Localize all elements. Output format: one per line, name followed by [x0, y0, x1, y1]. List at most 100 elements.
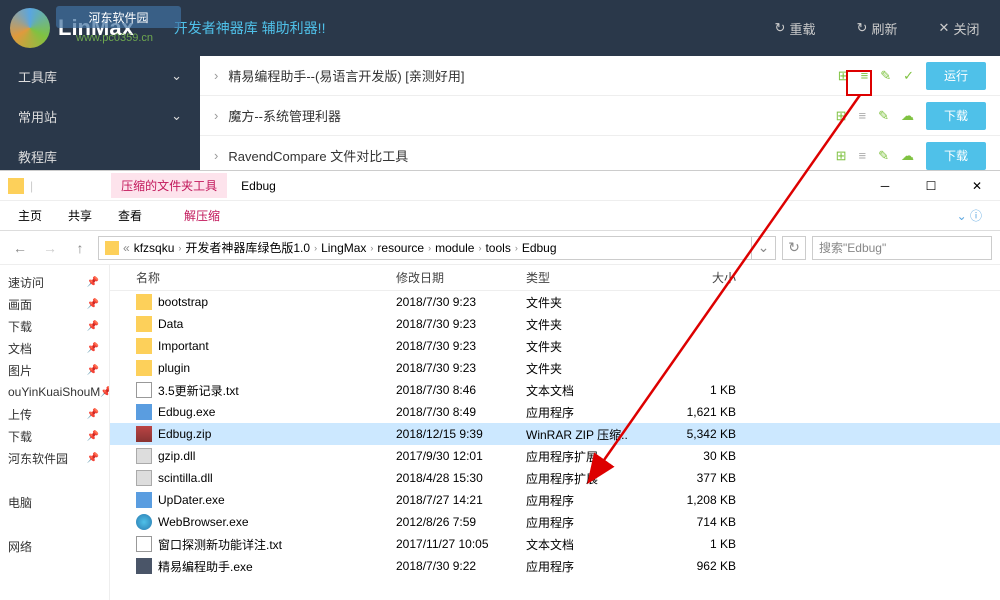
explorer-ribbon: 主页 共享 查看 解压缩 ⌄ ⓘ [0, 201, 1000, 231]
file-name: WebBrowser.exe [158, 515, 396, 529]
sidebar-item-sites[interactable]: 常用站⌄ [0, 96, 200, 136]
file-row[interactable]: scintilla.dll 2018/4/28 15:30 应用程序扩展 377… [110, 467, 1000, 489]
maximize-button[interactable]: ☐ [908, 171, 954, 201]
ribbon-expand-icon[interactable]: ⌄ ⓘ [957, 207, 982, 224]
f-icon [136, 558, 152, 574]
pin-icon: 📌 [87, 277, 99, 288]
file-type: 应用程序 [526, 514, 656, 531]
edit-icon[interactable]: ✎ [878, 148, 889, 164]
stack-icon[interactable]: ≡ [859, 108, 867, 123]
search-input[interactable]: 搜索"Edbug" [812, 236, 992, 260]
refresh-button[interactable]: ↻刷新 [836, 0, 918, 56]
close-window-button[interactable]: ✕ [954, 171, 1000, 201]
check-icon[interactable]: ☁ [901, 108, 914, 124]
close-icon: ✕ [939, 20, 950, 36]
grid-icon[interactable]: ⊞ [836, 148, 847, 164]
file-name: UpDater.exe [158, 493, 396, 507]
file-name: gzip.dll [158, 449, 396, 463]
ribbon-view[interactable]: 查看 [118, 207, 142, 224]
nav-item[interactable]: 下载📌 [0, 425, 109, 447]
close-button[interactable]: ✕关闭 [918, 0, 1000, 56]
file-row[interactable]: plugin 2018/7/30 9:23 文件夹 [110, 357, 1000, 379]
file-row[interactable]: Important 2018/7/30 9:23 文件夹 [110, 335, 1000, 357]
col-name[interactable]: 名称 [136, 269, 396, 286]
file-row[interactable]: Data 2018/7/30 9:23 文件夹 [110, 313, 1000, 335]
qat-sep: | [30, 179, 33, 193]
compressed-tools-tab[interactable]: 压缩的文件夹工具 [111, 173, 227, 198]
folder-icon [105, 241, 119, 255]
breadcrumb-item[interactable]: resource [377, 241, 424, 255]
grid-icon[interactable]: ⊞ [836, 108, 847, 124]
breadcrumb-item[interactable]: Edbug [522, 241, 557, 255]
pin-icon: 📌 [87, 321, 99, 332]
action-button[interactable]: 运行 [926, 62, 986, 90]
ie-icon [136, 514, 152, 530]
col-date[interactable]: 修改日期 [396, 269, 526, 286]
nav-item[interactable]: ouYinKuaiShouM📌 [0, 381, 109, 403]
nav-item[interactable]: 上传📌 [0, 403, 109, 425]
grid-icon[interactable]: ⊞ [838, 68, 849, 84]
tool-row[interactable]: › 精易编程助手--(易语言开发版) [亲测好用] ⊞ ≡ ✎ ✓ 运行 [200, 56, 1000, 96]
col-size[interactable]: 大小 [656, 269, 756, 286]
file-row[interactable]: bootstrap 2018/7/30 9:23 文件夹 [110, 291, 1000, 313]
edit-icon[interactable]: ✎ [880, 68, 891, 84]
breadcrumb-item[interactable]: module [435, 241, 474, 255]
path-dropdown-icon[interactable]: ⌄ [752, 236, 776, 260]
col-type[interactable]: 类型 [526, 269, 656, 286]
file-name: plugin [158, 361, 396, 375]
file-row[interactable]: Edbug.exe 2018/7/30 8:49 应用程序 1,621 KB [110, 401, 1000, 423]
file-row[interactable]: 窗口探测新功能详注.txt 2017/11/27 10:05 文本文档 1 KB [110, 533, 1000, 555]
reload-button[interactable]: ↻重载 [754, 0, 836, 56]
check-icon[interactable]: ✓ [903, 68, 914, 84]
breadcrumb-path[interactable]: « kfzsqku›开发者神器库绿色版1.0›LingMax›resource›… [98, 236, 752, 260]
action-button[interactable]: 下载 [926, 102, 986, 130]
watermark: 河东软件园 [56, 6, 181, 28]
file-row[interactable]: 3.5更新记录.txt 2018/7/30 8:46 文本文档 1 KB [110, 379, 1000, 401]
action-button[interactable]: 下载 [926, 142, 986, 170]
chevron-right-icon: › [214, 108, 218, 123]
nav-item[interactable] [0, 469, 109, 491]
file-row[interactable]: 精易编程助手.exe 2018/7/30 9:22 应用程序 962 KB [110, 555, 1000, 577]
zip-icon [136, 426, 152, 442]
nav-item[interactable] [0, 513, 109, 535]
sidebar-item-tools[interactable]: 工具库⌄ [0, 56, 200, 96]
file-date: 2018/7/30 9:23 [396, 317, 526, 331]
edit-icon[interactable]: ✎ [878, 108, 889, 124]
file-row[interactable]: gzip.dll 2017/9/30 12:01 应用程序扩展 30 KB [110, 445, 1000, 467]
ribbon-extract[interactable]: 解压缩 [184, 207, 220, 224]
pin-icon: 📌 [87, 365, 99, 376]
back-button[interactable]: ← [8, 236, 32, 260]
nav-item[interactable]: 下载📌 [0, 315, 109, 337]
stack-icon[interactable]: ≡ [859, 148, 867, 163]
breadcrumb-item[interactable]: kfzsqku [134, 241, 175, 255]
file-row[interactable]: UpDater.exe 2018/7/27 14:21 应用程序 1,208 K… [110, 489, 1000, 511]
up-button[interactable]: ↑ [68, 236, 92, 260]
path-sep: « [123, 241, 130, 255]
file-row[interactable]: WebBrowser.exe 2012/8/26 7:59 应用程序 714 K… [110, 511, 1000, 533]
nav-item[interactable]: 电脑 [0, 491, 109, 513]
tool-title: RavendCompare 文件对比工具 [228, 146, 835, 165]
file-type: 应用程序扩展 [526, 448, 656, 465]
stack-icon[interactable]: ≡ [861, 68, 869, 83]
file-date: 2017/9/30 12:01 [396, 449, 526, 463]
nav-item[interactable]: 网络 [0, 535, 109, 557]
nav-item[interactable]: 速访问📌 [0, 271, 109, 293]
explorer-body: 速访问📌画面📌下载📌文档📌图片📌ouYinKuaiShouM📌上传📌下载📌河东软… [0, 265, 1000, 600]
breadcrumb-item[interactable]: 开发者神器库绿色版1.0 [185, 239, 310, 256]
breadcrumb-item[interactable]: tools [485, 241, 510, 255]
minimize-button[interactable]: ─ [862, 171, 908, 201]
nav-item[interactable]: 文档📌 [0, 337, 109, 359]
ribbon-share[interactable]: 共享 [68, 207, 92, 224]
check-icon[interactable]: ☁ [901, 148, 914, 164]
refresh-path-button[interactable]: ↻ [782, 236, 806, 260]
nav-item[interactable]: 图片📌 [0, 359, 109, 381]
tool-row[interactable]: › 魔方--系统管理利器 ⊞ ≡ ✎ ☁ 下载 [200, 96, 1000, 136]
breadcrumb-item[interactable]: LingMax [321, 241, 366, 255]
nav-item[interactable]: 河东软件园📌 [0, 447, 109, 469]
nav-item[interactable]: 画面📌 [0, 293, 109, 315]
forward-button[interactable]: → [38, 236, 62, 260]
chevron-right-icon: › [428, 243, 431, 253]
file-row[interactable]: Edbug.zip 2018/12/15 9:39 WinRAR ZIP 压缩.… [110, 423, 1000, 445]
ribbon-home[interactable]: 主页 [18, 207, 42, 224]
pin-icon: 📌 [87, 409, 99, 420]
